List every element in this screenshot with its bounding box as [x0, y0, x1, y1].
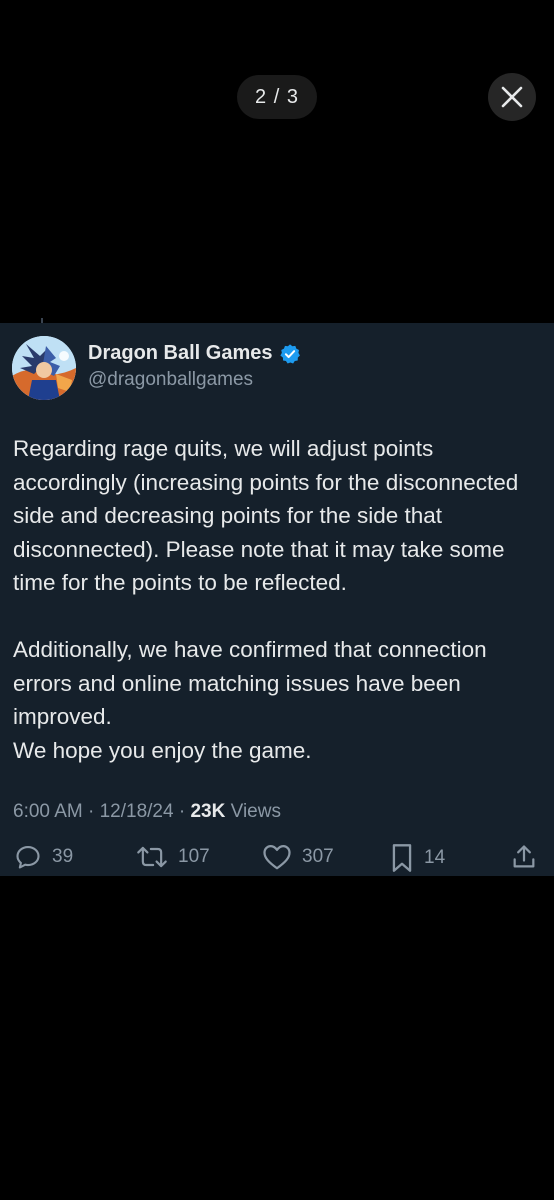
- views-count[interactable]: 23K: [190, 801, 225, 822]
- pager-label: 2 / 3: [255, 85, 299, 108]
- tweet-action-bar: 39 107 307 14: [0, 843, 554, 877]
- tweet-time[interactable]: 6:00 AM: [13, 801, 83, 822]
- author-name-row[interactable]: Dragon Ball Games: [88, 342, 301, 365]
- bookmark-button[interactable]: 14: [390, 843, 445, 873]
- image-pager-indicator: 2 / 3: [237, 75, 317, 119]
- retweet-count: 107: [178, 846, 210, 867]
- avatar[interactable]: [12, 336, 76, 400]
- reply-button[interactable]: 39: [14, 843, 73, 871]
- reply-icon: [14, 843, 42, 871]
- close-icon: [501, 86, 523, 108]
- bookmark-icon: [390, 843, 414, 873]
- retweet-icon: [136, 843, 168, 871]
- verified-badge-icon: [279, 343, 301, 365]
- close-button[interactable]: [488, 73, 536, 121]
- meta-separator: ·: [88, 801, 95, 822]
- share-icon: [510, 843, 538, 871]
- tweet-metadata: 6:00 AM · 12/18/24 · 23K Views: [13, 801, 281, 823]
- author-handle[interactable]: @dragonballgames: [88, 369, 253, 391]
- tweet-card: Dragon Ball Games @dragonballgames Regar…: [0, 323, 554, 876]
- views-label: Views: [230, 801, 281, 822]
- tweet-text: Regarding rage quits, we will adjust poi…: [13, 432, 549, 767]
- author-display-name[interactable]: Dragon Ball Games: [88, 342, 273, 365]
- reply-count: 39: [52, 846, 74, 867]
- heart-icon: [262, 843, 292, 871]
- tweet-paragraph-2: Additionally, we have confirmed that con…: [13, 637, 487, 763]
- share-button[interactable]: [510, 843, 538, 871]
- tweet-paragraph-1: Regarding rage quits, we will adjust poi…: [13, 436, 519, 595]
- meta-separator: ·: [178, 801, 186, 822]
- retweet-button[interactable]: 107: [136, 843, 210, 871]
- tweet-date[interactable]: 12/18/24: [100, 801, 174, 822]
- like-count: 307: [302, 846, 334, 867]
- like-button[interactable]: 307: [262, 843, 334, 871]
- bookmark-count: 14: [424, 847, 446, 868]
